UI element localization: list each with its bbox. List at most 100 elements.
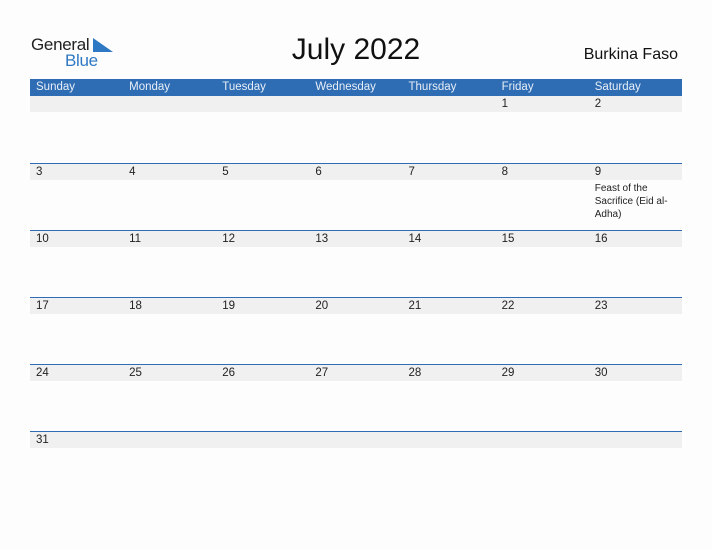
day-number: 9 bbox=[594, 166, 602, 178]
day-cell[interactable]: 20 bbox=[309, 298, 402, 364]
day-cell bbox=[403, 432, 496, 498]
day-number bbox=[315, 432, 402, 448]
day-cell[interactable]: 13 bbox=[309, 231, 402, 297]
day-number bbox=[595, 432, 682, 448]
day-number: 13 bbox=[315, 233, 329, 245]
day-number: 25 bbox=[129, 367, 142, 379]
day-cell bbox=[496, 432, 589, 498]
day-number bbox=[222, 432, 309, 448]
day-number: 8 bbox=[501, 166, 509, 178]
day-cell[interactable]: 14 bbox=[403, 231, 496, 297]
holiday-event: Feast of the Sacrifice (Eid al-Adha) bbox=[594, 183, 668, 220]
day-cell[interactable]: 2 bbox=[589, 96, 682, 163]
day-cell[interactable]: 24 bbox=[30, 365, 123, 431]
day-number: 5 bbox=[222, 166, 229, 178]
day-cell[interactable]: 26 bbox=[216, 365, 309, 431]
day-cell[interactable]: 10 bbox=[30, 231, 123, 297]
day-cell[interactable]: 29 bbox=[496, 365, 589, 431]
day-cell[interactable]: 31 bbox=[30, 432, 123, 498]
day-cell[interactable]: 3 bbox=[30, 164, 123, 230]
week-cells: 10 11 12 13 14 15 16 bbox=[30, 231, 682, 297]
day-number: 7 bbox=[408, 166, 415, 178]
day-cell bbox=[123, 432, 216, 498]
weekday-wednesday: Wednesday bbox=[315, 81, 376, 93]
day-number: 12 bbox=[222, 233, 236, 245]
day-number: 23 bbox=[594, 300, 608, 312]
day-cell[interactable]: 27 bbox=[309, 365, 402, 431]
day-number bbox=[129, 96, 216, 112]
day-cell[interactable]: 5 bbox=[216, 164, 309, 230]
day-number: 4 bbox=[129, 166, 136, 178]
day-number: 11 bbox=[129, 233, 142, 245]
week-cells: 12 bbox=[30, 96, 682, 163]
day-number bbox=[409, 432, 496, 448]
day-cell[interactable]: 21 bbox=[403, 298, 496, 364]
day-cell bbox=[309, 96, 402, 163]
week-cells: 24 25 26 27 28 29 30 bbox=[30, 365, 682, 431]
day-number: 21 bbox=[408, 300, 422, 312]
day-cell[interactable]: 12 bbox=[216, 231, 309, 297]
day-cell[interactable]: 8 bbox=[496, 164, 589, 230]
day-cell[interactable]: 30 bbox=[589, 365, 682, 431]
calendar-grid: Sunday Monday Tuesday Wednesday Thursday… bbox=[30, 79, 682, 498]
day-cell bbox=[216, 432, 309, 498]
week-cells: 31 bbox=[30, 432, 682, 498]
day-cell bbox=[123, 96, 216, 163]
day-number: 20 bbox=[315, 300, 329, 312]
day-cell[interactable]: 16 bbox=[589, 231, 682, 297]
day-cell[interactable]: 1 bbox=[496, 96, 589, 163]
day-cell bbox=[403, 96, 496, 163]
day-cell[interactable]: 4 bbox=[123, 164, 216, 230]
day-number: 27 bbox=[315, 367, 329, 379]
weekday-tuesday: Tuesday bbox=[222, 81, 266, 93]
week-cells: 3 4 5 6 7 8 9 Feast of the Sacrifice (Eid al-Ad… bbox=[30, 164, 682, 230]
day-cell[interactable]: 23 bbox=[589, 298, 682, 364]
day-number: 22 bbox=[501, 300, 515, 312]
day-number bbox=[222, 96, 309, 112]
day-number: 26 bbox=[222, 367, 236, 379]
day-number bbox=[36, 96, 123, 112]
day-number: 18 bbox=[129, 300, 142, 312]
day-number bbox=[129, 432, 216, 448]
day-cell[interactable]: 22 bbox=[496, 298, 589, 364]
day-cell[interactable]: 25 bbox=[123, 365, 216, 431]
weekday-monday: Monday bbox=[129, 81, 171, 93]
weekday-header: Sunday Monday Tuesday Wednesday Thursday… bbox=[30, 79, 682, 96]
week-cells: 17 18 19 20 21 22 23 bbox=[30, 298, 682, 364]
day-number: 28 bbox=[408, 367, 422, 379]
day-number: 1 bbox=[501, 98, 509, 110]
week-row: 10 11 12 13 14 15 16 bbox=[30, 230, 682, 297]
weekday-saturday: Saturday bbox=[594, 81, 641, 93]
day-number: 15 bbox=[501, 233, 515, 245]
day-number bbox=[409, 96, 496, 112]
day-cell[interactable]: 6 bbox=[309, 164, 402, 230]
day-cell[interactable]: 9 Feast of the Sacrifice (Eid al-Adha) bbox=[589, 164, 682, 230]
day-cell bbox=[589, 432, 682, 498]
day-cell[interactable]: 19 bbox=[216, 298, 309, 364]
day-number: 10 bbox=[36, 233, 49, 245]
week-row: 3 4 5 6 7 8 9 Feast of the Sacrifice (Eid al-Ad… bbox=[30, 163, 682, 230]
week-row: 31 bbox=[30, 431, 682, 498]
day-cell[interactable]: 17 bbox=[30, 298, 123, 364]
weekday-sunday: Sunday bbox=[36, 81, 76, 93]
week-row: 12 bbox=[30, 96, 682, 163]
day-number: 16 bbox=[594, 233, 608, 245]
day-number: 6 bbox=[315, 166, 322, 178]
day-number: 29 bbox=[501, 367, 515, 379]
day-cell[interactable]: 28 bbox=[403, 365, 496, 431]
day-number: 31 bbox=[36, 434, 49, 446]
day-number: 30 bbox=[594, 367, 608, 379]
day-cell[interactable]: 11 bbox=[123, 231, 216, 297]
day-cell[interactable]: 18 bbox=[123, 298, 216, 364]
day-cell[interactable]: 15 bbox=[496, 231, 589, 297]
day-number: 24 bbox=[36, 367, 49, 379]
day-number: 17 bbox=[36, 300, 49, 312]
week-row: 17 18 19 20 21 22 23 bbox=[30, 297, 682, 364]
day-cell bbox=[30, 96, 123, 163]
day-number: 2 bbox=[594, 98, 602, 110]
weekday-friday: Friday bbox=[501, 81, 534, 93]
day-cell[interactable]: 7 bbox=[403, 164, 496, 230]
weeks-container: 1 2 3 4 5 6 7 8 9 Feast of the Sacrifice (Eid al-… bbox=[30, 96, 682, 498]
weekday-thursday: Thursday bbox=[408, 81, 457, 93]
day-number: 14 bbox=[408, 233, 422, 245]
